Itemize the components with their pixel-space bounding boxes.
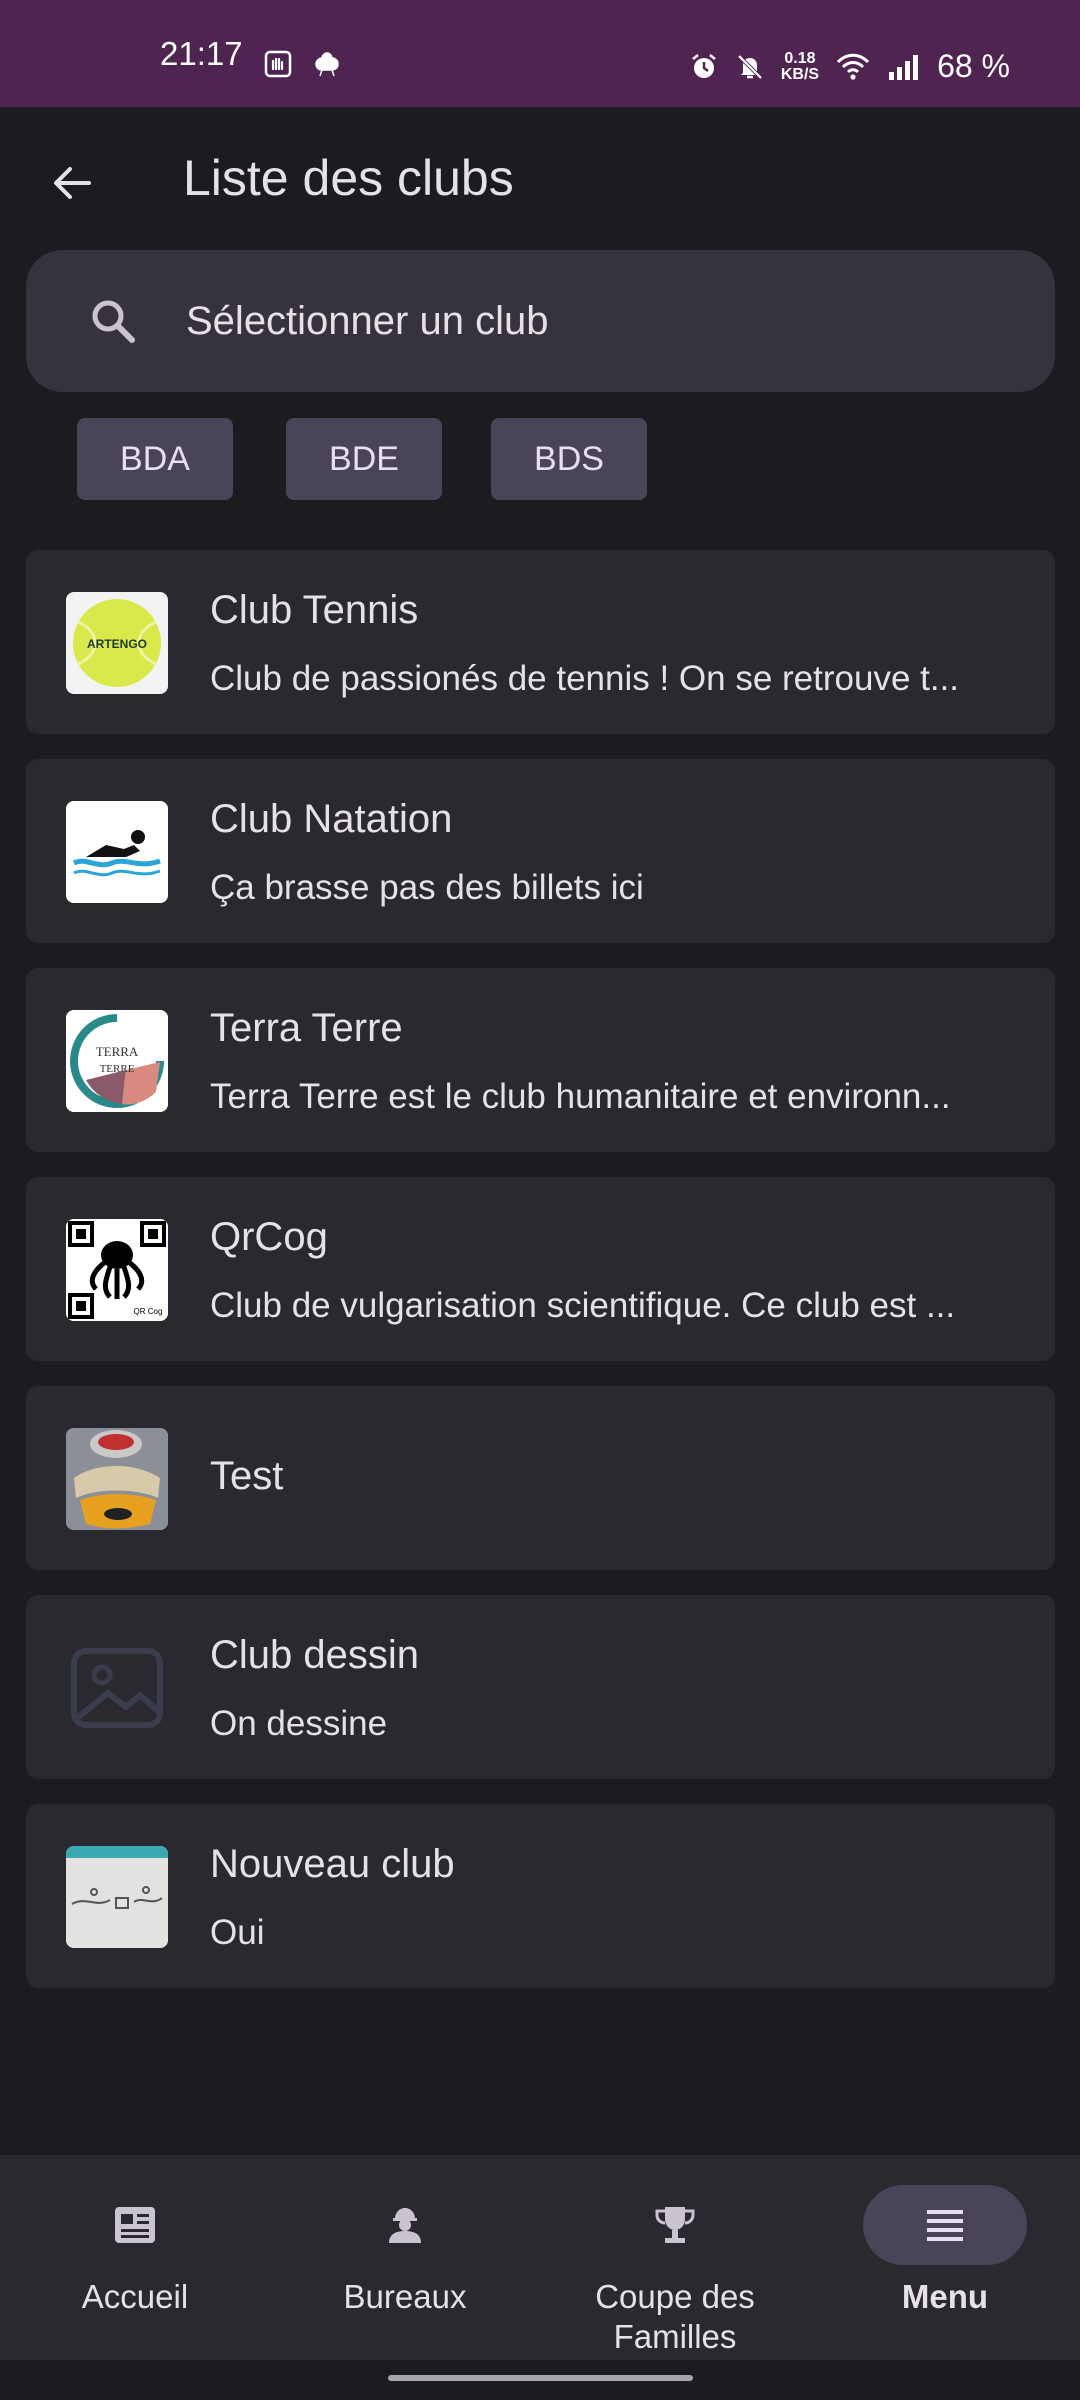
qrcog-logo-caption: QR Cog — [134, 1307, 163, 1316]
bottom-navigation: Accueil Bureaux Coupe des Familles Menu — [0, 2155, 1080, 2360]
nav-label: Accueil — [81, 2278, 189, 2315]
club-card-dessin[interactable]: Club dessin On dessine — [26, 1595, 1055, 1779]
terra-logo-text-top: TERRA — [96, 1044, 139, 1059]
wifi-icon — [837, 53, 870, 80]
nav-coupe-des-familles[interactable]: Coupe des Familles — [540, 2155, 810, 2360]
nav-bureaux[interactable]: Bureaux — [270, 2155, 540, 2360]
image-placeholder-icon — [66, 1637, 168, 1739]
club-name: Club Tennis — [210, 588, 419, 632]
photo-logo — [66, 1428, 168, 1530]
club-name: Nouveau club — [210, 1842, 455, 1886]
terra-terre-logo: TERRA TERRE — [66, 1010, 168, 1112]
alarm-icon — [692, 53, 716, 78]
gesture-handle[interactable] — [388, 2375, 693, 2381]
status-left-icons — [264, 50, 342, 78]
page-title: Liste des clubs — [183, 150, 514, 206]
battery-level: 68 % — [937, 48, 1010, 84]
filter-chip-bds[interactable]: BDS — [491, 418, 647, 500]
nav-coupe-indicator — [593, 2185, 757, 2265]
club-description: Club de passionés de tennis ! On se retr… — [210, 659, 960, 698]
status-bar: 21:17 0.18 KB/S 68 % — [0, 0, 1080, 107]
arrow-back-icon — [54, 167, 91, 199]
signal-icon — [889, 54, 919, 80]
nav-accueil-indicator — [53, 2185, 217, 2265]
trophy-icon — [655, 2207, 695, 2243]
top-app-bar: Liste des clubs — [0, 107, 1080, 253]
status-right-icons: 0.18 KB/S 68 % — [689, 48, 1010, 85]
club-description: Terra Terre est le club humanitaire et e… — [210, 1077, 951, 1116]
club-description: Club de vulgarisation scientifique. Ce c… — [210, 1286, 956, 1325]
club-name: Test — [210, 1454, 284, 1498]
menu-icon — [927, 2210, 963, 2241]
nav-menu-indicator — [863, 2185, 1027, 2265]
nav-label: Bureaux — [343, 2278, 467, 2315]
club-card-test[interactable]: Test — [26, 1386, 1055, 1570]
status-time: 21:17 — [160, 34, 243, 72]
filter-chip-bde[interactable]: BDE — [286, 418, 442, 500]
tennis-logo-text: ARTENGO — [87, 637, 147, 651]
net-speed-unit: KB/S — [780, 65, 820, 83]
club-name: Club dessin — [210, 1633, 420, 1677]
net-speed: 0.18 KB/S — [780, 49, 820, 83]
club-card-terra-terre[interactable]: TERRA TERRE Terra Terre Terra Terre est … — [26, 968, 1055, 1152]
tennis-ball-logo: ARTENGO — [66, 592, 168, 694]
nav-label: Menu — [901, 2278, 989, 2315]
terra-logo-text-bottom: TERRE — [100, 1063, 135, 1075]
nav-label: Coupe des Familles — [595, 2278, 755, 2355]
club-description: Oui — [210, 1913, 265, 1952]
filter-chips: BDA BDE BDS — [0, 418, 1080, 500]
club-card-nouveau[interactable]: Nouveau club Oui — [26, 1804, 1055, 1988]
net-speed-value: 0.18 — [784, 49, 816, 67]
whiteboard-photo-logo — [66, 1846, 168, 1948]
search-input[interactable] — [184, 290, 1008, 352]
nav-bureaux-indicator — [323, 2185, 487, 2265]
search-icon — [92, 300, 135, 343]
mute-icon — [737, 54, 763, 79]
hand-notification-icon — [264, 50, 292, 78]
club-name: QrCog — [210, 1215, 328, 1259]
club-name: Terra Terre — [210, 1006, 403, 1050]
swimmer-logo — [66, 801, 168, 903]
search-bar[interactable] — [26, 250, 1055, 392]
club-name: Club Natation — [210, 797, 453, 841]
club-card-tennis[interactable]: ARTENGO Club Tennis Club de passionés de… — [26, 550, 1055, 734]
filter-chip-bda[interactable]: BDA — [77, 418, 233, 500]
back-button[interactable] — [44, 155, 100, 211]
newspaper-icon — [115, 2207, 155, 2243]
nav-accueil[interactable]: Accueil — [0, 2155, 270, 2360]
club-card-qrcog[interactable]: QR Cog QrCog Club de vulgarisation scien… — [26, 1177, 1055, 1361]
club-description: On dessine — [210, 1704, 388, 1743]
qrcog-logo: QR Cog — [66, 1219, 168, 1321]
app-notification-icon — [315, 52, 339, 77]
club-description: Ça brasse pas des billets ici — [210, 868, 644, 907]
worker-icon — [389, 2208, 421, 2243]
club-card-natation[interactable]: Club Natation Ça brasse pas des billets … — [26, 759, 1055, 943]
nav-menu[interactable]: Menu — [810, 2155, 1080, 2360]
